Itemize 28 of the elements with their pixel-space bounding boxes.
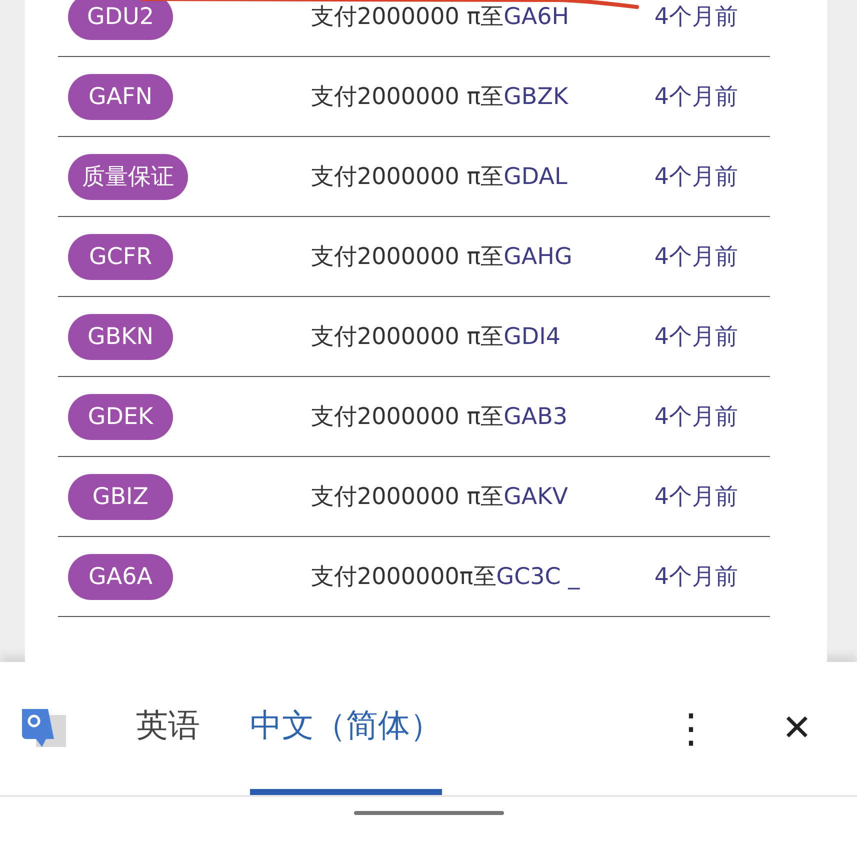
language-tab[interactable]: 英语 — [136, 662, 200, 795]
time-text: 4个月前 — [654, 163, 738, 192]
payment-text: 支付2000000 π至GAKV — [311, 483, 568, 512]
close-button[interactable]: ✕ — [767, 662, 827, 795]
time-text: 4个月前 — [654, 483, 738, 512]
account-badge: GBKN — [68, 314, 173, 360]
time-text: 4个月前 — [654, 403, 738, 432]
payment-text: 支付2000000 π至GDAL — [311, 163, 568, 192]
account-badge: GBIZ — [68, 474, 173, 520]
menu-button[interactable]: ⋮ — [661, 662, 721, 795]
language-tab[interactable]: 中文（简体） — [250, 662, 442, 795]
payment-text: 支付2000000 π至GDI4 — [311, 323, 561, 352]
account-badge: 质量保证 — [68, 154, 188, 200]
payment-text: 支付2000000π至GC3C _ — [311, 563, 580, 592]
account-badge: GDU2 — [68, 0, 173, 40]
account-badge: GDEK — [68, 394, 173, 440]
account-badge: GCFR — [68, 234, 173, 280]
payment-text: 支付2000000 π至GA6H — [311, 3, 570, 32]
time-text: 4个月前 — [654, 3, 738, 32]
account-badge: GA6A — [68, 554, 173, 600]
payment-text: 支付2000000 π至GBZK — [311, 83, 568, 112]
time-text: 4个月前 — [654, 323, 738, 352]
payment-text: 支付2000000 π至GAB3 — [311, 403, 568, 432]
payment-text: 支付2000000 π至GAHG — [311, 243, 572, 272]
account-badge: GAFN — [68, 74, 173, 120]
time-text: 4个月前 — [654, 563, 738, 592]
time-text: 4个月前 — [654, 243, 738, 272]
time-text: 4个月前 — [654, 83, 738, 112]
